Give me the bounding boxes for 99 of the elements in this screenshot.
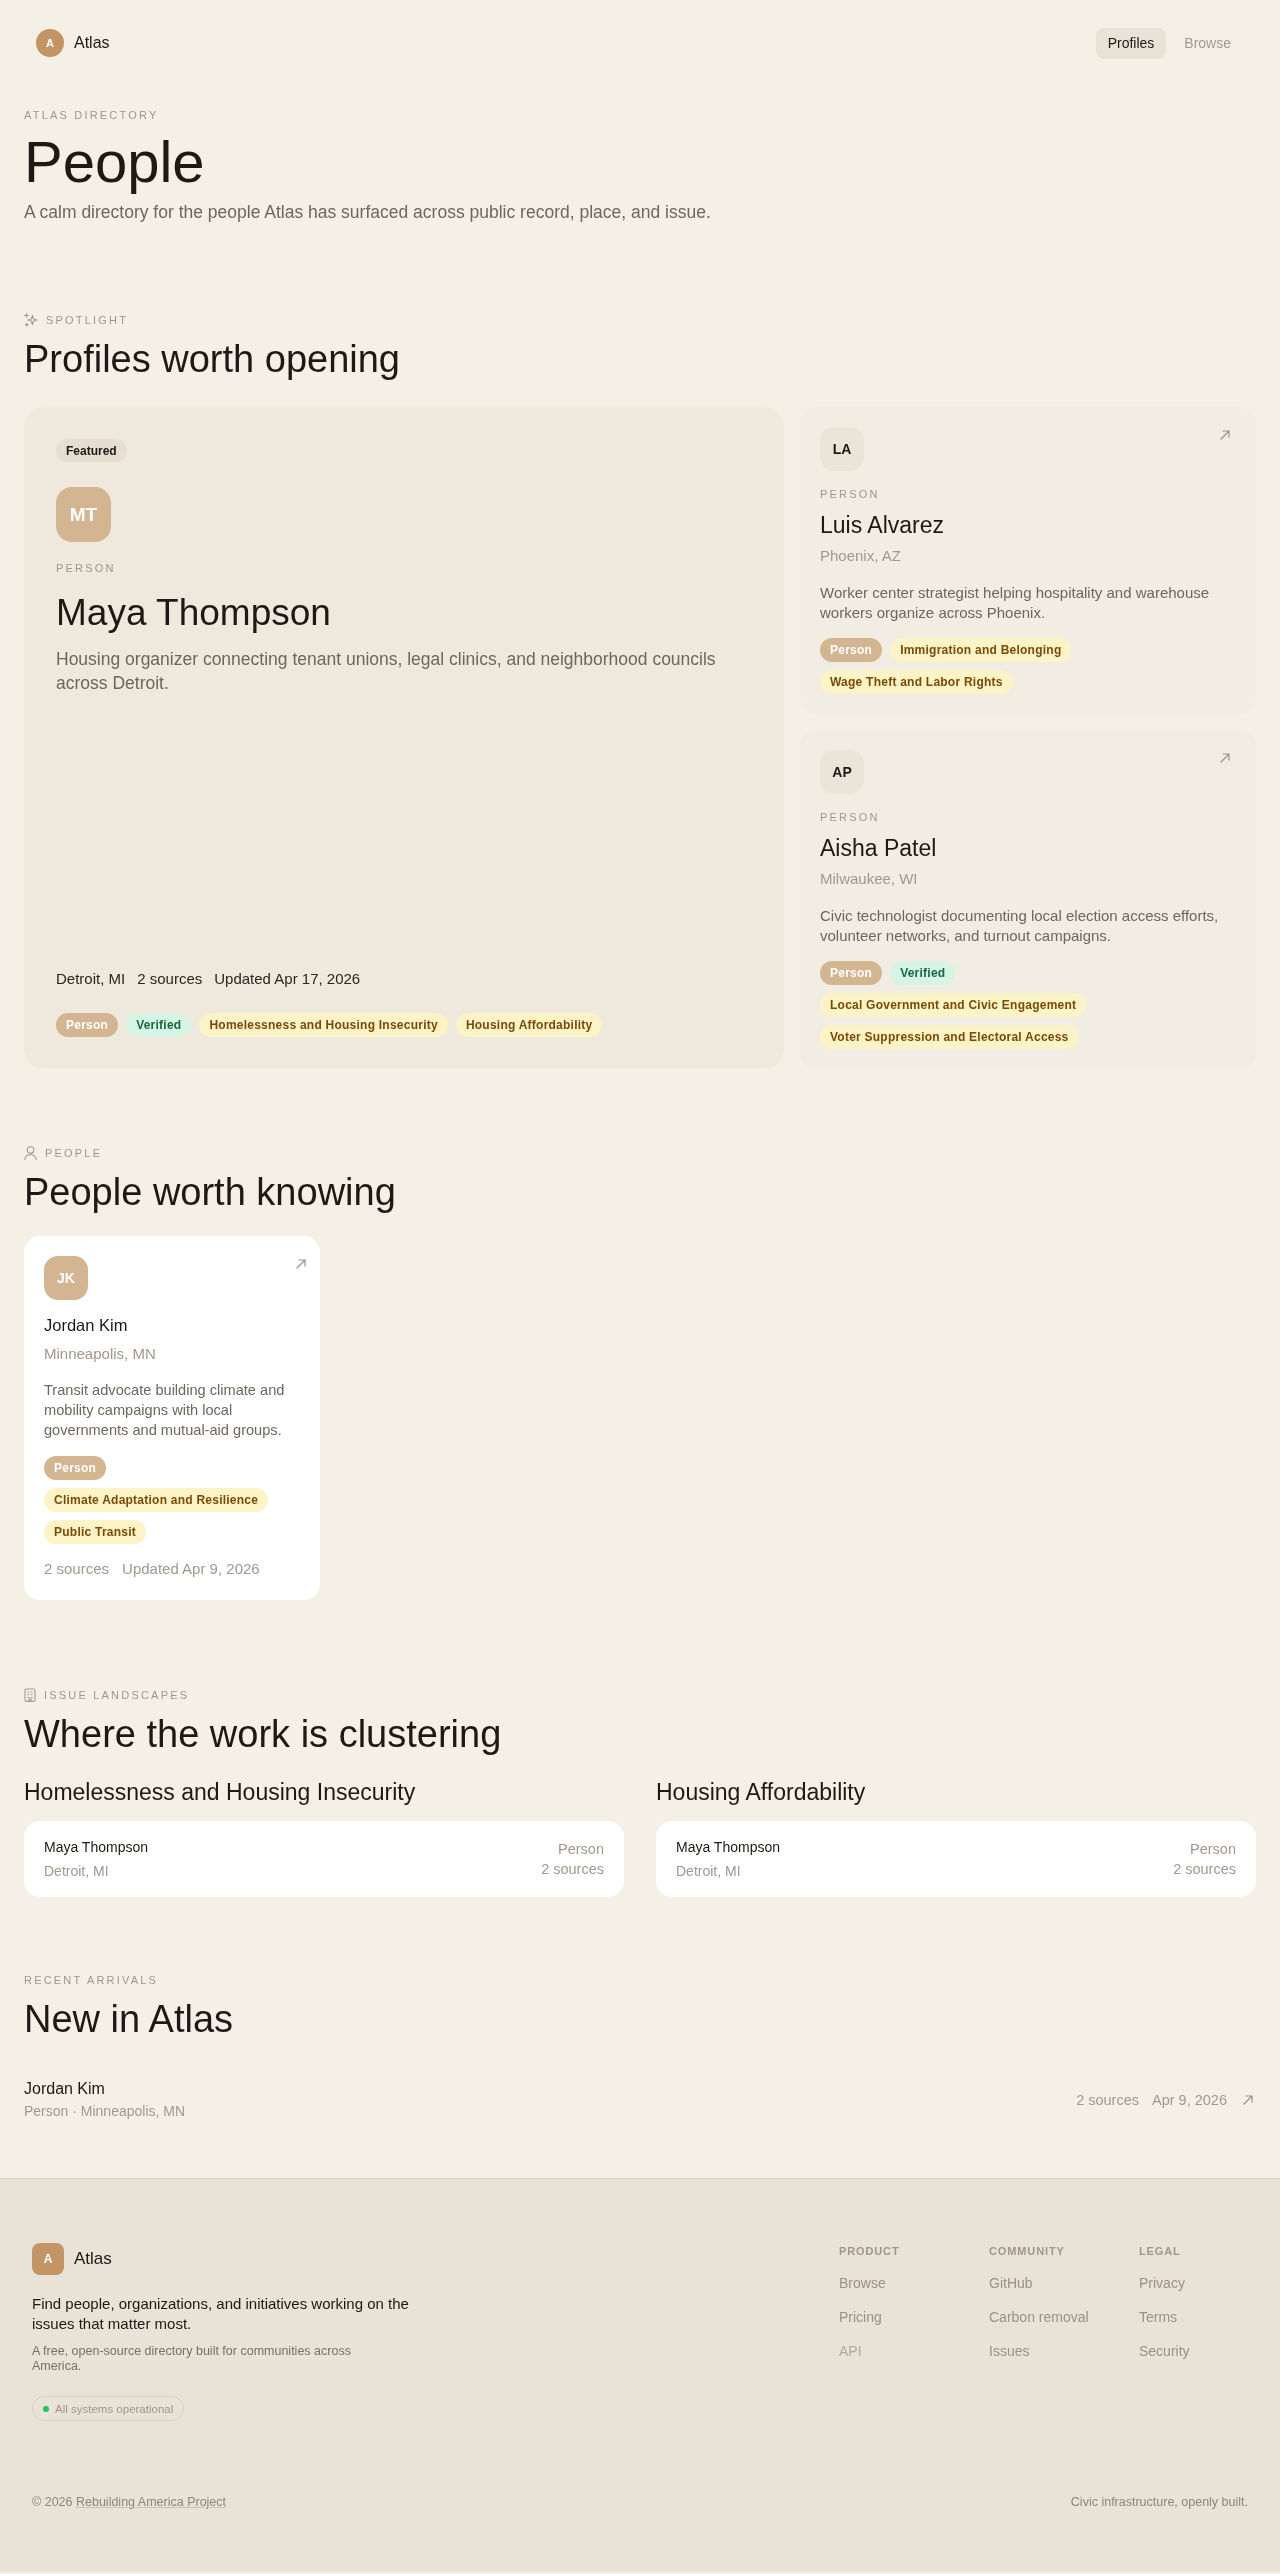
profile-name: Aisha Patel <box>820 834 938 863</box>
type-tag: Person <box>56 1013 119 1037</box>
location-text: Phoenix, AZ <box>820 546 902 566</box>
avatar-initials: JK <box>44 1256 88 1300</box>
arrow-icon <box>296 1259 306 1269</box>
sparkle-icon <box>24 313 38 327</box>
footer-link[interactable]: Privacy <box>1139 2273 1185 2293</box>
issue-tag: Voter Suppression and Electoral Access <box>820 1025 1079 1049</box>
footer-link[interactable]: Browse <box>839 2273 886 2293</box>
profile-type-text: Person <box>557 1840 604 1859</box>
avatar-initials: LA <box>820 427 864 471</box>
issue-tag: Public Transit <box>44 1520 147 1544</box>
profile-description: Civic technologist documenting local election access efforts, volunteer networks, and turnout campaigns. <box>820 906 1220 946</box>
section-eyebrow: SPOTLIGHT <box>46 313 129 328</box>
logo-mark[interactable]: A <box>32 2243 64 2275</box>
profile-type-label: PERSON <box>56 561 116 576</box>
location-text: Milwaukee, WI <box>820 869 919 889</box>
section-title: People worth knowing <box>24 1170 397 1214</box>
profile-name: Luis Alvarez <box>820 511 945 540</box>
section-title: New in Atlas <box>24 1997 235 2041</box>
issue-tag: Homelessness and Housing Insecurity <box>199 1013 448 1037</box>
profile-name: Maya Thompson <box>56 591 331 635</box>
profile-type-label: PERSON <box>820 810 881 825</box>
footer-column-title: COMMUNITY <box>989 2244 1065 2259</box>
profile-name: Maya Thompson <box>44 1838 148 1857</box>
issue-title: Housing Affordability <box>656 1778 867 1806</box>
page-subtitle: A calm directory for the people Atlas has surfaced across public record, place, and issue. <box>24 201 712 223</box>
person-icon <box>24 1146 37 1160</box>
footer-column-title: PRODUCT <box>839 2244 900 2259</box>
profile-card[interactable] <box>24 1236 320 1600</box>
sources-count: 2 sources <box>137 969 203 989</box>
project-link[interactable]: Rebuilding America Project <box>75 2495 227 2509</box>
profile-type-text: Person <box>1189 1840 1236 1859</box>
profile-meta-text: Person · Minneapolis, MN <box>24 2102 186 2121</box>
issue-tag: Climate Adaptation and Resilience <box>44 1488 269 1512</box>
issue-profile-card[interactable]: Maya Thompson Detroit, MI Person 2 sources <box>24 1821 624 1897</box>
location-text: Detroit, MI <box>56 969 126 989</box>
footer-link[interactable]: Pricing <box>839 2307 882 2327</box>
profile-card[interactable]: LA PERSON Luis Alvarez Phoenix, AZ Worker center strategist helping hospitality and warehouse workers organize across Phoenix. Person Immigration and Belonging Wage Theft and Labor Rights <box>800 407 1256 714</box>
brand-name[interactable]: Atlas <box>74 2248 112 2270</box>
verified-tag: Verified <box>890 961 956 985</box>
featured-badge: Featured <box>56 439 127 462</box>
sources-count: 2 sources <box>1076 2090 1139 2110</box>
avatar-initials: MT <box>56 487 111 542</box>
verified-tag: Verified <box>126 1013 192 1037</box>
updated-date: Updated Apr 17, 2026 <box>214 969 361 989</box>
nav-tab[interactable]: Profiles <box>1095 27 1167 59</box>
issue-profile-card[interactable]: Maya Thompson Detroit, MI Person 2 sources <box>656 1821 1256 1897</box>
location-text: Minneapolis, MN <box>44 1344 157 1364</box>
sources-count: 2 sources <box>44 1559 110 1579</box>
arrow-icon <box>1243 2094 1253 2105</box>
arrow-icon <box>1220 753 1230 763</box>
profile-description: Worker center strategist helping hospitality and warehouse workers organize across Phoenix. <box>820 583 1211 623</box>
building-icon <box>24 1688 36 1702</box>
issue-tag: Wage Theft and Labor Rights <box>820 670 1013 694</box>
status-text: All systems operational <box>55 2402 174 2415</box>
section-eyebrow: ATLAS DIRECTORY <box>24 108 160 123</box>
section-eyebrow: ISSUE LANDSCAPES <box>44 1688 190 1703</box>
footer-column-title: LEGAL <box>1139 2244 1181 2259</box>
logo-mark[interactable]: A <box>36 29 64 57</box>
sources-count: 2 sources <box>1173 1860 1236 1879</box>
avatar-initials: AP <box>820 750 864 794</box>
profile-description: Transit advocate building climate and mobility campaigns with local governments and mutual-aid groups. <box>44 1381 286 1440</box>
location-text: Detroit, MI <box>676 1862 742 1881</box>
section-eyebrow: RECENT ARRIVALS <box>24 1973 159 1988</box>
type-tag: Person <box>820 638 883 662</box>
footer-motto: Civic infrastructure, openly built. <box>1070 2494 1248 2511</box>
section-eyebrow: PEOPLE <box>45 1146 103 1161</box>
profile-description: Housing organizer connecting tenant unions, legal clinics, and neighborhood councils across Detroit. <box>56 648 717 695</box>
footer-link[interactable]: Issues <box>989 2341 1030 2361</box>
issue-title: Homelessness and Housing Insecurity <box>24 1778 417 1806</box>
nav-tab[interactable]: Browse <box>1172 27 1243 59</box>
brand-name[interactable]: Atlas <box>74 33 110 53</box>
type-tag: Person <box>44 1456 107 1480</box>
profile-name: Maya Thompson <box>676 1838 780 1857</box>
profile-type-label: PERSON <box>820 487 881 502</box>
type-tag: Person <box>820 961 883 985</box>
sources-count: 2 sources <box>541 1860 604 1879</box>
section-title: Profiles worth opening <box>24 337 401 381</box>
issue-tag: Local Government and Civic Engagement <box>820 993 1087 1017</box>
footer-link[interactable]: Security <box>1139 2341 1190 2361</box>
page-title: People <box>24 130 206 194</box>
status-dot-icon <box>43 2405 49 2412</box>
location-text: Detroit, MI <box>44 1862 110 1881</box>
footer-note: A free, open-source directory built for communities across America. <box>32 2344 352 2374</box>
added-date: Apr 9, 2026 <box>1152 2090 1227 2110</box>
section-title: Where the work is clustering <box>24 1712 503 1756</box>
footer-link[interactable]: Terms <box>1139 2307 1178 2327</box>
updated-date: Updated Apr 9, 2026 <box>122 1559 260 1579</box>
issue-tag: Housing Affordability <box>455 1013 603 1037</box>
profile-name: Jordan Kim <box>44 1315 129 1336</box>
profile-card[interactable] <box>800 730 1256 1069</box>
copyright-text: © 2026 Rebuilding America Project <box>32 2494 227 2511</box>
footer-tagline: Find people, organizations, and initiatives working on the issues that matter most. <box>32 2294 410 2334</box>
issue-tag: Immigration and Belonging <box>890 638 1072 662</box>
footer-link[interactable]: GitHub <box>989 2273 1033 2293</box>
profile-name[interactable]: Jordan Kim <box>24 2078 186 2100</box>
arrow-icon <box>1220 430 1230 440</box>
footer-link[interactable]: Carbon removal <box>989 2307 1089 2327</box>
